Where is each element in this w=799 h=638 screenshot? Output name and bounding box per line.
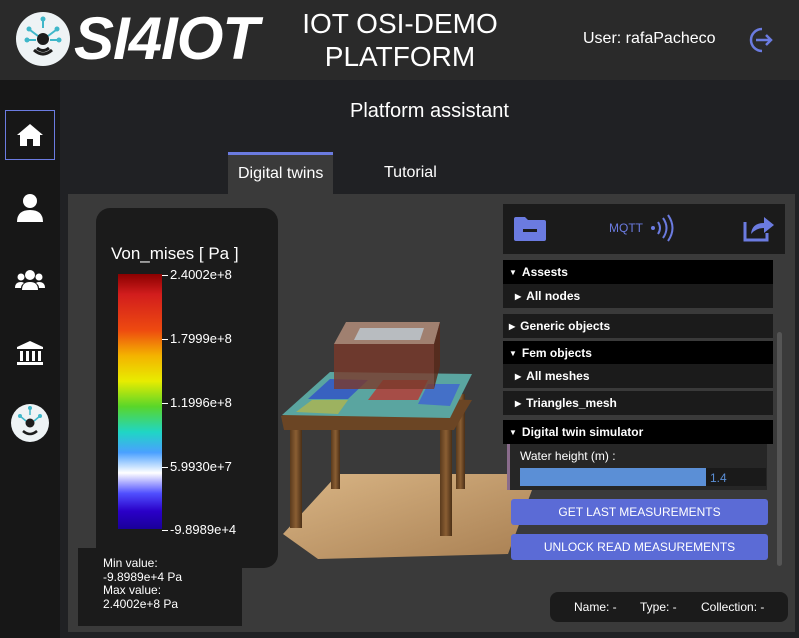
logo-text: SI4IOT xyxy=(74,5,259,72)
bank-icon xyxy=(17,341,43,365)
get-last-measurements-button[interactable]: GET LAST MEASUREMENTS xyxy=(511,499,768,525)
sidebar-item-home[interactable] xyxy=(5,110,55,160)
digital-twin-viewer[interactable]: Von_mises [ Pa ] 2.4002e+8 1.7999e+8 1.1… xyxy=(68,194,795,632)
platform-logo-icon xyxy=(11,404,49,442)
top-header: SI4IOT IOT OSI-DEMO PLATFORM User: rafaP… xyxy=(0,0,799,80)
section-all-meshes-label: All meshes xyxy=(526,369,590,383)
water-height-input[interactable]: 1.4 xyxy=(706,468,766,486)
page-header-title: IOT OSI-DEMO PLATFORM xyxy=(302,8,498,72)
logo-icon xyxy=(16,12,70,66)
selection-info-bar: Name: - Type: - Collection: - xyxy=(550,592,788,622)
panel-scrollbar[interactable] xyxy=(777,332,782,566)
max-value-label: Max value: xyxy=(103,583,162,597)
section-digital-twin-simulator[interactable]: ▼ Digital twin simulator xyxy=(503,420,773,444)
section-triangles-mesh[interactable]: ▶ Triangles_mesh xyxy=(503,391,773,415)
legend-color-bar xyxy=(118,274,162,529)
home-icon xyxy=(17,124,43,146)
section-assets[interactable]: ▼ Assests xyxy=(503,260,773,284)
mqtt-label: MQTT xyxy=(609,221,643,235)
min-value-label: Min value: xyxy=(103,556,158,570)
water-height-slider[interactable] xyxy=(520,468,706,486)
section-all-nodes[interactable]: ▶ All nodes xyxy=(503,284,773,308)
water-height-control: Water height (m) : 1.4 xyxy=(507,444,767,490)
section-fem-objects[interactable]: ▼ Fem objects xyxy=(503,341,773,365)
page-title: Platform assistant xyxy=(350,100,509,122)
section-all-meshes[interactable]: ▶ All meshes xyxy=(503,364,773,388)
share-icon[interactable] xyxy=(743,214,775,242)
section-fem-objects-label: Fem objects xyxy=(521,346,592,360)
legend-tick: 5.9930e+7 xyxy=(162,459,232,474)
info-collection: Collection: - xyxy=(701,600,765,614)
tab-tutorial[interactable]: Tutorial xyxy=(374,152,447,194)
main-content: Platform assistant Digital twins Tutoria… xyxy=(60,80,799,638)
water-height-label: Water height (m) : xyxy=(520,449,616,463)
min-value: -9.8989e+4 Pa xyxy=(103,569,183,584)
sidebar xyxy=(0,80,60,638)
section-triangles-mesh-label: Triangles_mesh xyxy=(526,396,617,410)
logout-icon[interactable] xyxy=(745,25,775,55)
legend-tick: 1.1996e+8 xyxy=(162,395,232,410)
folder-minus-icon[interactable] xyxy=(513,216,547,242)
legend-tick: 1.7999e+8 xyxy=(162,331,232,346)
users-icon xyxy=(15,270,45,290)
section-generic-objects-label: Generic objects xyxy=(520,319,611,333)
section-generic-objects[interactable]: ▶ Generic objects xyxy=(503,314,773,338)
panel-toolbar: MQTT xyxy=(503,204,785,254)
control-panel: MQTT ▼ Assests ▶ All nodes ▶ Generic object… xyxy=(503,204,785,576)
sidebar-item-institution[interactable] xyxy=(5,328,55,378)
section-simulator-label: Digital twin simulator xyxy=(521,425,644,439)
max-value: 2.4002e+8 Pa xyxy=(103,596,179,611)
info-type: Type: - xyxy=(640,600,677,614)
sidebar-item-groups[interactable] xyxy=(5,255,55,305)
sidebar-item-platform[interactable] xyxy=(5,398,55,448)
tab-digital-twins[interactable]: Digital twins xyxy=(228,152,334,194)
section-assets-label: Assests xyxy=(521,265,568,279)
sidebar-item-user[interactable] xyxy=(5,183,55,233)
legend-title: Von_mises [ Pa ] xyxy=(111,244,239,263)
legend-tick-max: 2.4002e+8 xyxy=(162,267,232,282)
mqtt-signal-icon[interactable] xyxy=(649,214,675,242)
user-icon xyxy=(17,194,43,222)
info-name: Name: - xyxy=(574,600,617,614)
section-all-nodes-label: All nodes xyxy=(526,289,581,303)
user-label: User: rafaPacheco xyxy=(583,30,716,47)
min-max-values: Min value: -9.8989e+4 Pa Max value: 2.40… xyxy=(78,548,242,626)
legend-tick-min: -9.8989e+4 xyxy=(162,522,236,537)
color-legend: Von_mises [ Pa ] 2.4002e+8 1.7999e+8 1.1… xyxy=(96,208,278,568)
unlock-read-measurements-button[interactable]: UNLOCK READ MEASUREMENTS xyxy=(511,534,768,560)
